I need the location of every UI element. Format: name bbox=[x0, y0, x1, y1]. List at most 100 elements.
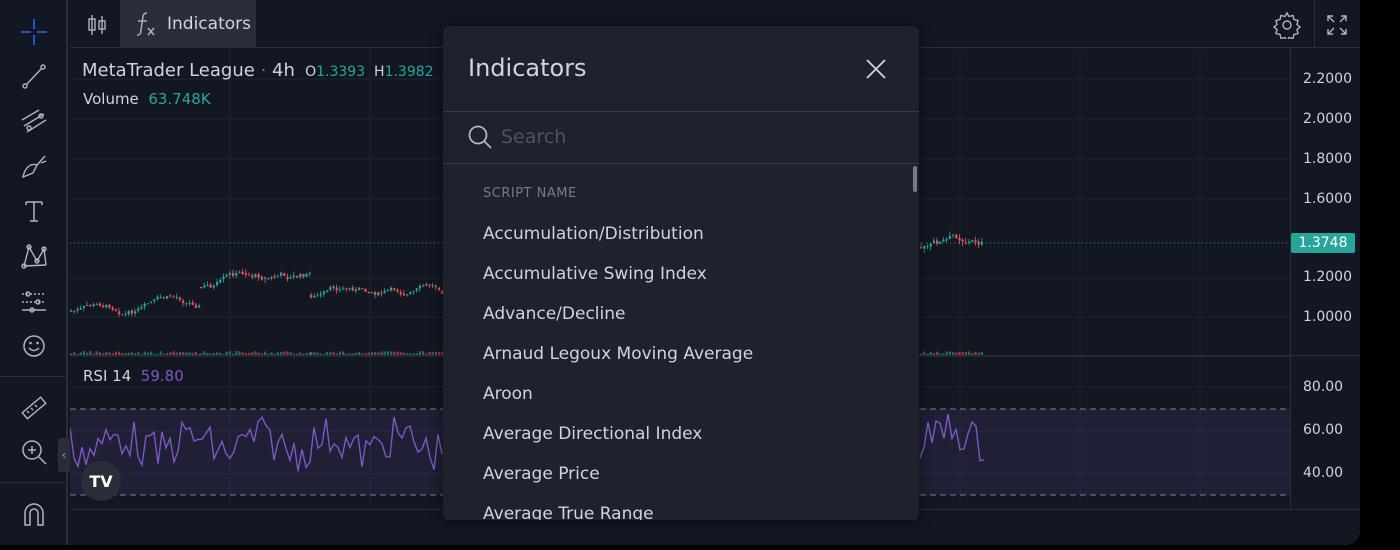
trend-line-icon bbox=[22, 64, 46, 89]
volume-bar bbox=[238, 351, 241, 355]
candle-body bbox=[332, 286, 335, 289]
candle-body bbox=[322, 291, 325, 295]
ruler-icon bbox=[21, 396, 47, 420]
list-item[interactable]: Accumulation/Distribution bbox=[443, 214, 919, 254]
list-item[interactable]: Average True Range bbox=[443, 494, 919, 520]
dialog-title: Indicators bbox=[468, 54, 587, 82]
volume-bar bbox=[175, 352, 178, 355]
volume-bar bbox=[358, 351, 361, 355]
candle-body bbox=[254, 274, 257, 277]
volume-bar bbox=[342, 351, 345, 355]
candle-body bbox=[968, 241, 971, 243]
trend-line-tool[interactable] bbox=[14, 58, 54, 94]
candle-body bbox=[289, 277, 292, 279]
candle-body bbox=[305, 274, 308, 277]
interval: 4h bbox=[272, 60, 295, 81]
volume-bar bbox=[980, 351, 983, 355]
volume-bar bbox=[191, 352, 194, 355]
candle-body bbox=[393, 288, 396, 290]
indicators-label: Indicators bbox=[167, 14, 251, 34]
volume-bar bbox=[374, 352, 377, 355]
candle-body bbox=[146, 303, 149, 305]
close-button[interactable] bbox=[861, 54, 891, 84]
list-item[interactable]: Aroon bbox=[443, 374, 919, 414]
tradingview-logo[interactable]: TV bbox=[81, 461, 121, 501]
candle-body bbox=[377, 292, 380, 296]
dialog-divider bbox=[443, 163, 919, 164]
toolbar-divider bbox=[0, 482, 68, 483]
volume-bar bbox=[251, 352, 254, 355]
candle-body bbox=[232, 272, 235, 277]
volume-bar bbox=[302, 353, 305, 355]
volume-bar bbox=[194, 351, 197, 355]
volume-bar bbox=[370, 351, 373, 355]
list-item[interactable]: Average Directional Index bbox=[443, 414, 919, 454]
volume-bar bbox=[971, 353, 974, 355]
volume-bar bbox=[260, 353, 263, 355]
candle-body bbox=[108, 304, 111, 308]
candle-body bbox=[370, 291, 373, 293]
symbol-legend[interactable]: MetaTrader League · 4h O1.3393 H1.3982 L bbox=[82, 60, 450, 81]
candle-body bbox=[374, 292, 377, 295]
rsi-legend[interactable]: RSI 14 59.80 bbox=[83, 367, 184, 385]
candle-body bbox=[276, 276, 279, 278]
fullscreen-button[interactable] bbox=[1320, 8, 1354, 42]
candle-body bbox=[964, 242, 967, 244]
volume-bar bbox=[283, 351, 286, 355]
crosshair-tool[interactable] bbox=[14, 14, 54, 50]
volume-bar bbox=[383, 351, 386, 355]
settings-button[interactable] bbox=[1270, 8, 1304, 42]
pattern-tool[interactable] bbox=[14, 238, 54, 274]
candle-body bbox=[191, 302, 194, 305]
volume-bar bbox=[348, 353, 351, 355]
fib-tool[interactable] bbox=[14, 103, 54, 139]
volume-bar bbox=[206, 352, 209, 355]
ruler-tool[interactable] bbox=[14, 390, 54, 426]
volume-bar bbox=[244, 352, 247, 355]
brush-tool[interactable] bbox=[14, 148, 54, 184]
candle-body bbox=[118, 311, 121, 315]
candle-body bbox=[102, 305, 105, 308]
emoji-tool[interactable] bbox=[14, 328, 54, 364]
list-item[interactable]: Average Price bbox=[443, 454, 919, 494]
volume-bar bbox=[322, 353, 325, 355]
candle-body bbox=[296, 275, 299, 278]
volume-bar bbox=[172, 351, 175, 355]
indicators-button[interactable]: Indicators bbox=[121, 0, 256, 48]
forecast-icon bbox=[22, 291, 46, 313]
volume-bar bbox=[137, 352, 140, 355]
volume-bar bbox=[335, 353, 338, 355]
price-tick: 2.0000 bbox=[1303, 111, 1352, 127]
volume-bar bbox=[124, 353, 127, 355]
candle-body bbox=[270, 276, 273, 279]
volume-bar bbox=[188, 352, 191, 355]
candle-body bbox=[209, 284, 212, 288]
list-item[interactable]: Accumulative Swing Index bbox=[443, 254, 919, 294]
volume-bar bbox=[225, 351, 228, 355]
list-scrollbar[interactable] bbox=[913, 166, 917, 192]
volume-bar bbox=[89, 351, 92, 355]
volume-bar bbox=[222, 353, 225, 355]
volume-bar bbox=[396, 351, 399, 355]
candle-body bbox=[86, 305, 89, 307]
candle-body bbox=[178, 297, 181, 301]
candle-body bbox=[386, 289, 389, 291]
forecast-tool[interactable] bbox=[14, 283, 54, 319]
volume-legend[interactable]: Volume 63.748K bbox=[83, 90, 211, 108]
zoom-in-tool[interactable] bbox=[14, 434, 54, 470]
list-item[interactable]: Advance/Decline bbox=[443, 294, 919, 334]
collapse-toolbar-button[interactable]: ‹ bbox=[58, 438, 70, 472]
candle-body bbox=[130, 310, 133, 314]
volume-bar bbox=[280, 351, 283, 355]
magnet-tool[interactable] bbox=[14, 496, 54, 532]
chart-type-button[interactable] bbox=[80, 8, 114, 42]
candle-body bbox=[977, 241, 980, 245]
volume-bar bbox=[961, 352, 964, 355]
rsi-label: RSI bbox=[83, 367, 108, 385]
search-input[interactable] bbox=[501, 122, 881, 152]
volume-bar bbox=[248, 352, 251, 355]
text-tool[interactable] bbox=[14, 193, 54, 229]
list-item[interactable]: Arnaud Legoux Moving Average bbox=[443, 334, 919, 374]
price-axis[interactable]: 2.2000 2.0000 1.8000 1.6000 1.3748 1.200… bbox=[1290, 49, 1360, 509]
volume-bar bbox=[431, 351, 434, 355]
